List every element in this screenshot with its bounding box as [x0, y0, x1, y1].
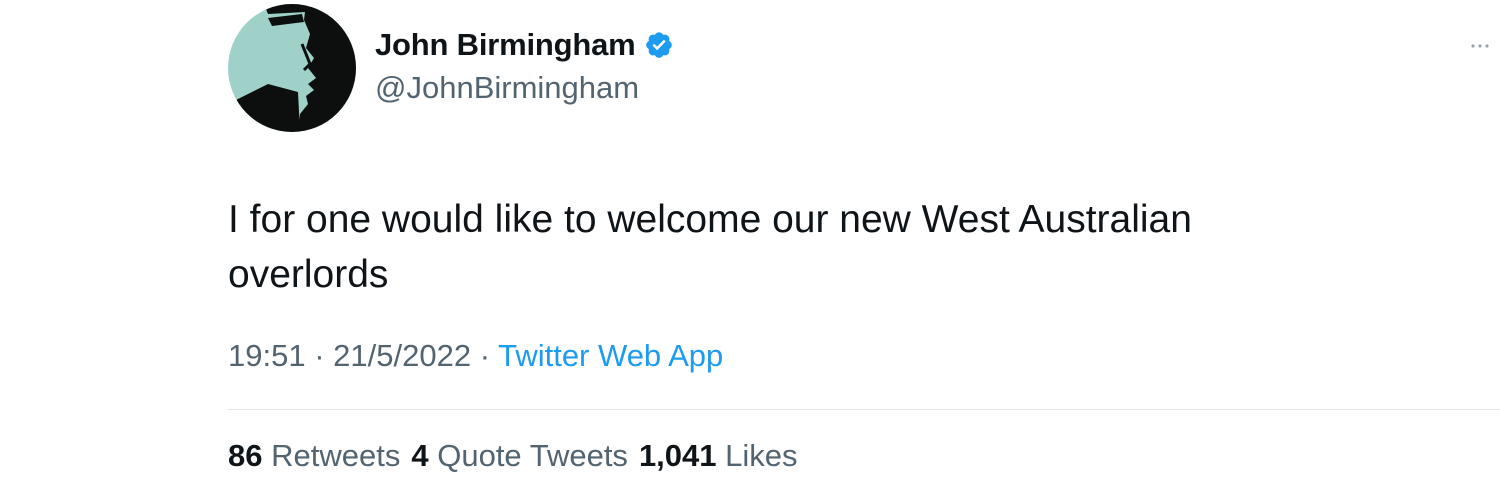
tweet-time[interactable]: 19:51	[228, 338, 306, 373]
author-handle[interactable]: @JohnBirmingham	[375, 70, 639, 106]
quote-tweets-stat[interactable]: 4 Quote Tweets	[411, 438, 628, 474]
tweet-text-line-2: overlords	[228, 253, 389, 296]
tweet-date[interactable]: 21/5/2022	[333, 338, 471, 373]
tweet-text: I for one would like to welcome our new …	[228, 192, 1428, 302]
meta-separator: ·	[479, 338, 491, 373]
tweet-source-link[interactable]: Twitter Web App	[498, 338, 723, 373]
tweet-text-line-1: I for one would like to welcome our new …	[228, 198, 1192, 241]
author-name-row[interactable]: John Birmingham	[375, 27, 674, 63]
more-options-icon[interactable]	[1468, 36, 1492, 56]
likes-stat[interactable]: 1,041 Likes	[639, 438, 798, 474]
avatar[interactable]	[228, 4, 356, 132]
quote-tweets-label: Quote Tweets	[437, 438, 628, 473]
display-name[interactable]: John Birmingham	[375, 27, 636, 63]
avatar-portrait-icon	[228, 4, 356, 132]
retweets-stat[interactable]: 86 Retweets	[228, 438, 400, 474]
likes-count: 1,041	[638, 438, 717, 473]
quote-tweets-count: 4	[411, 438, 429, 473]
divider	[228, 409, 1500, 410]
meta-separator: ·	[314, 338, 325, 373]
tweet-metadata: 19:51 · 21/5/2022 · Twitter Web App	[228, 338, 723, 374]
likes-label: Likes	[725, 438, 798, 473]
retweets-count: 86	[228, 438, 263, 473]
verified-badge-icon	[644, 30, 674, 60]
tweet-stats: 86 Retweets 4 Quote Tweets 1,041 Likes	[228, 438, 798, 474]
retweets-label: Retweets	[271, 438, 401, 473]
